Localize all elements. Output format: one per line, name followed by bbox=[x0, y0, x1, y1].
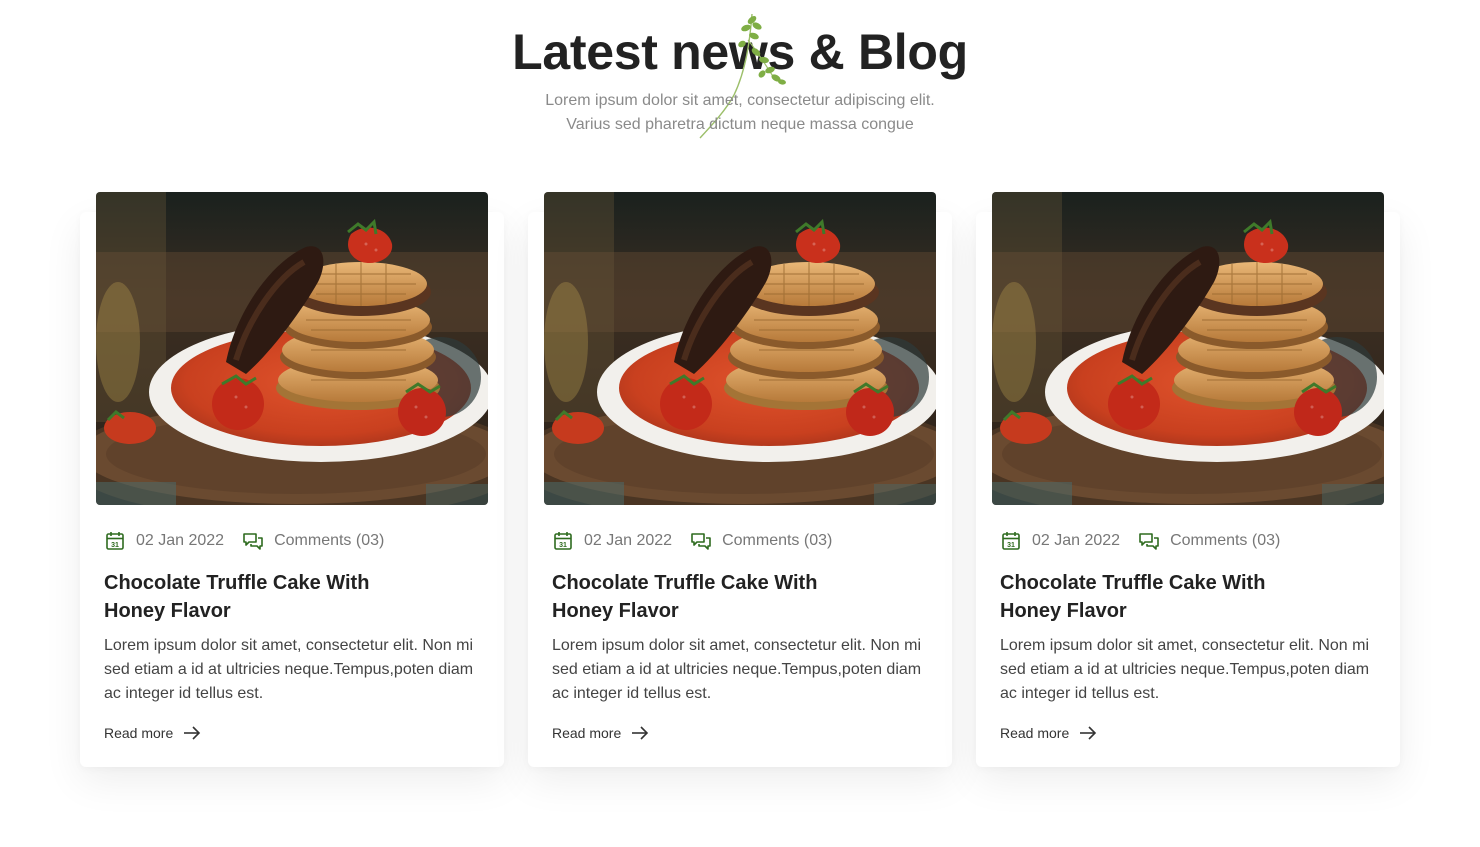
post-meta: 31 02 Jan 2022 Comments (03) bbox=[104, 530, 384, 552]
post-image[interactable] bbox=[544, 192, 936, 505]
blog-card[interactable]: 31 02 Jan 2022 Comments (03) Chocolate T… bbox=[528, 212, 952, 767]
section-subtitle: Lorem ipsum dolor sit amet, consectetur … bbox=[0, 89, 1480, 137]
post-excerpt: Lorem ipsum dolor sit amet, consectetur … bbox=[1000, 634, 1380, 706]
post-title-line: Chocolate Truffle Cake With bbox=[104, 572, 370, 594]
post-date: 02 Jan 2022 bbox=[136, 532, 225, 549]
read-more-link[interactable]: Read more bbox=[1000, 722, 1097, 744]
svg-text:31: 31 bbox=[1007, 542, 1015, 549]
chat-bubbles-icon bbox=[1139, 533, 1159, 550]
post-title[interactable]: Chocolate Truffle Cake With Honey Flavor bbox=[552, 569, 892, 625]
chat-bubbles-icon bbox=[691, 533, 711, 550]
post-title-line: Honey Flavor bbox=[552, 600, 679, 622]
excerpt-line: ac integer id tellus est. bbox=[104, 685, 264, 702]
excerpt-line: sed etiam a id at ultricies neque.Tempus… bbox=[1000, 661, 1370, 678]
post-title[interactable]: Chocolate Truffle Cake With Honey Flavor bbox=[104, 569, 444, 625]
arrow-right-icon bbox=[632, 726, 649, 740]
read-more-link[interactable]: Read more bbox=[552, 722, 649, 744]
post-excerpt: Lorem ipsum dolor sit amet, consectetur … bbox=[104, 634, 484, 706]
read-more-link[interactable]: Read more bbox=[104, 722, 201, 744]
post-meta: 31 02 Jan 2022 Comments (03) bbox=[552, 530, 832, 552]
excerpt-line: Lorem ipsum dolor sit amet, consectetur … bbox=[104, 637, 474, 654]
post-image[interactable] bbox=[992, 192, 1384, 505]
post-title-line: Chocolate Truffle Cake With bbox=[1000, 572, 1266, 594]
post-title-line: Honey Flavor bbox=[104, 600, 231, 622]
arrow-right-icon bbox=[1080, 726, 1097, 740]
svg-text:31: 31 bbox=[111, 542, 119, 549]
post-title[interactable]: Chocolate Truffle Cake With Honey Flavor bbox=[1000, 569, 1340, 625]
calendar-icon: 31 bbox=[106, 532, 124, 550]
read-more-label: Read more bbox=[1000, 725, 1070, 741]
waffle-dish-image bbox=[96, 192, 488, 505]
blog-card[interactable]: 31 02 Jan 2022 Comments (03) Chocolate T… bbox=[976, 212, 1400, 767]
post-comments[interactable]: Comments (03) bbox=[722, 532, 832, 550]
subtitle-line: Varius sed pharetra dictum neque massa c… bbox=[566, 116, 914, 133]
post-title-line: Honey Flavor bbox=[1000, 600, 1127, 622]
excerpt-line: Lorem ipsum dolor sit amet, consectetur … bbox=[1000, 637, 1370, 654]
calendar-icon: 31 bbox=[1002, 532, 1020, 550]
post-meta: 31 02 Jan 2022 Comments (03) bbox=[1000, 530, 1280, 552]
post-date: 02 Jan 2022 bbox=[1032, 532, 1121, 549]
svg-text:31: 31 bbox=[559, 542, 567, 549]
excerpt-line: sed etiam a id at ultricies neque.Tempus… bbox=[552, 661, 922, 678]
post-date: 02 Jan 2022 bbox=[584, 532, 673, 549]
excerpt-line: ac integer id tellus est. bbox=[552, 685, 712, 702]
excerpt-line: sed etiam a id at ultricies neque.Tempus… bbox=[104, 661, 474, 678]
post-title-line: Chocolate Truffle Cake With bbox=[552, 572, 818, 594]
waffle-dish-image bbox=[992, 192, 1384, 505]
post-image[interactable] bbox=[96, 192, 488, 505]
calendar-icon: 31 bbox=[554, 532, 572, 550]
read-more-label: Read more bbox=[552, 725, 622, 741]
subtitle-line: Lorem ipsum dolor sit amet, consectetur … bbox=[545, 92, 935, 109]
blog-card[interactable]: 31 02 Jan 2022 Comments (03) Chocolate T… bbox=[80, 212, 504, 767]
post-comments[interactable]: Comments (03) bbox=[274, 532, 384, 550]
arrow-right-icon bbox=[184, 726, 201, 740]
chat-bubbles-icon bbox=[243, 533, 263, 550]
post-comments[interactable]: Comments (03) bbox=[1170, 532, 1280, 550]
excerpt-line: ac integer id tellus est. bbox=[1000, 685, 1160, 702]
post-excerpt: Lorem ipsum dolor sit amet, consectetur … bbox=[552, 634, 932, 706]
excerpt-line: Lorem ipsum dolor sit amet, consectetur … bbox=[552, 637, 922, 654]
waffle-dish-image bbox=[544, 192, 936, 505]
read-more-label: Read more bbox=[104, 725, 174, 741]
